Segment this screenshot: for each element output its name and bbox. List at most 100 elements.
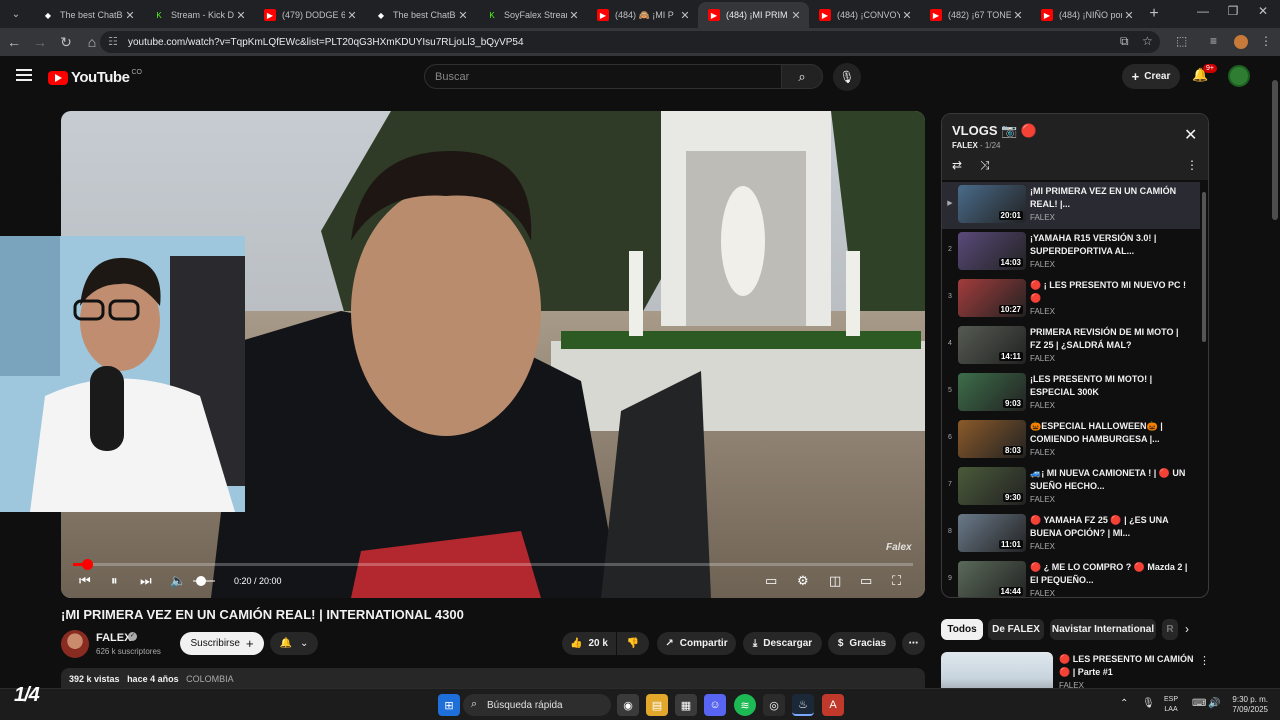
playlist-title[interactable]: VLOGS 📷 🔴 — [952, 123, 1037, 139]
close-tab-icon[interactable]: ✕ — [234, 9, 248, 22]
tray-mic-icon[interactable]: 🎙 — [1142, 698, 1155, 709]
playlist-item[interactable]: 9 14:44 🔴 ¿ ME LO COMPRO ? 🔴 Mazda 2 | El … — [942, 558, 1200, 597]
browser-tab[interactable]: ▶ (482) ¡67 TONELA✕ — [920, 2, 1031, 28]
chrome-icon[interactable]: ◉ — [617, 694, 639, 716]
playlist-item-title[interactable]: 🔴 ¡ LES PRESENTO MI NUEVO PC ! 🔴 — [1030, 279, 1190, 305]
url-field[interactable]: ☷ youtube.com/watch?v=TqpKmLQfEWc&list=P… — [100, 31, 1160, 53]
playlist-item-title[interactable]: 🎃ESPECIAL HALLOWEEN🎃 | COMIENDO HAMBURGE… — [1030, 420, 1190, 446]
spotify-icon[interactable]: ≋ — [734, 694, 756, 716]
browser-tab[interactable]: ▶ (479) DODGE 600✕ — [254, 2, 365, 28]
playlist-item[interactable]: 4 14:11 PRIMERA REVISIÓN DE MI MOTO | FZ 2… — [942, 323, 1200, 370]
obs-icon[interactable]: ◎ — [763, 694, 785, 716]
subtitles-icon[interactable]: ▭ — [765, 573, 777, 589]
playlist-item-thumbnail[interactable]: 9:03 — [958, 373, 1026, 411]
back-icon[interactable]: ← — [2, 30, 26, 54]
progress-bar[interactable] — [73, 559, 913, 570]
thanks-button[interactable]: $ Gracias — [828, 632, 896, 655]
language-indicator[interactable]: ESP LAA — [1164, 695, 1178, 715]
pause-icon[interactable]: ⏸ — [111, 573, 118, 589]
playlist-item-title[interactable]: 🔴 ¿ ME LO COMPRO ? 🔴 Mazda 2 | El PEQUEÑ… — [1030, 561, 1190, 587]
recommended-title[interactable]: 🔴 LES PRESENTO MI CAMIÓN 🔴 | Parte #1 — [1059, 653, 1199, 679]
playlist-scrollbar[interactable] — [1200, 182, 1208, 597]
settings-icon[interactable]: ⚙ — [797, 573, 809, 589]
browser-tab[interactable]: K SoyFalex Stream ✕ — [476, 2, 587, 28]
site-info-icon[interactable]: ☷ — [108, 35, 118, 48]
volume-handle[interactable] — [196, 576, 206, 586]
close-tab-icon[interactable]: ✕ — [345, 9, 359, 22]
extensions-icon[interactable]: ⬚ — [1176, 34, 1187, 48]
steam-icon[interactable]: ♨ — [792, 694, 814, 716]
system-clock[interactable]: 9:30 p. m. 7/09/2025 — [1226, 695, 1268, 715]
close-tab-icon[interactable]: ✕ — [1122, 9, 1136, 22]
speaker-icon[interactable]: 🔊 — [1208, 698, 1220, 709]
fullscreen-icon[interactable]: ⛶ — [892, 573, 901, 589]
playlist-item-title[interactable]: PRIMERA REVISIÓN DE MI MOTO | FZ 25 | ¿S… — [1030, 326, 1190, 352]
voice-search-button[interactable]: 🎙 — [833, 63, 861, 91]
playlist-item-thumbnail[interactable]: 14:03 — [958, 232, 1026, 270]
create-button[interactable]: + Crear — [1122, 64, 1180, 89]
playlist-item-thumbnail[interactable]: 8:03 — [958, 420, 1026, 458]
playlist-item[interactable]: 3 10:27 🔴 ¡ LES PRESENTO MI NUEVO PC ! 🔴 FA… — [942, 276, 1200, 323]
playlist-item-title[interactable]: 🔴 YAMAHA FZ 25 🔴 | ¿ES UNA BUENA OPCIÓN?… — [1030, 514, 1190, 540]
playlist-item-thumbnail[interactable]: 10:27 — [958, 279, 1026, 317]
discord-icon[interactable]: ☺ — [704, 694, 726, 716]
playlist-item-thumbnail[interactable]: 14:44 — [958, 561, 1026, 597]
reload-icon[interactable]: ↻ — [54, 30, 78, 54]
playlist-item[interactable]: 6 8:03 🎃ESPECIAL HALLOWEEN🎃 | COMIENDO HAM… — [942, 417, 1200, 464]
playlist-item[interactable]: 5 9:03 ¡LES PRESENTO MI MOTO! | ESPECIAL 3… — [942, 370, 1200, 417]
close-tab-icon[interactable]: ✕ — [789, 9, 803, 22]
notifications-toggle-button[interactable]: 🔔 ⌄ — [270, 632, 318, 655]
playlist-item[interactable]: 2 14:03 ¡YAMAHA R15 VERSIÓN 3.0! | SUPERDE… — [942, 229, 1200, 276]
close-window-icon[interactable]: ✕ — [1248, 4, 1278, 18]
filter-chip[interactable]: R — [1162, 619, 1178, 640]
browser-tab[interactable]: ▶ (484) 🙈 ¡MI P ✕ — [587, 2, 698, 28]
profile-avatar[interactable] — [1234, 35, 1248, 49]
cast-icon[interactable]: ⧉ — [1120, 34, 1129, 49]
app-icon[interactable]: A — [822, 694, 844, 716]
playlist-item[interactable]: ▶ 20:01 ¡MI PRIMERA VEZ EN UN CAMIÓN REAL!… — [942, 182, 1200, 229]
subscribe-button[interactable]: Suscribirse + — [180, 632, 264, 655]
page-scrollbar[interactable] — [1270, 60, 1280, 700]
menu-icon[interactable] — [16, 69, 32, 81]
playlist-item-thumbnail[interactable]: 14:11 — [958, 326, 1026, 364]
close-tab-icon[interactable]: ✕ — [678, 9, 692, 22]
browser-tab[interactable]: ▶ (484) ¡MI PRIM ✕ — [698, 2, 809, 28]
volume-slider[interactable] — [193, 576, 215, 586]
search-button[interactable]: ⌕ — [781, 64, 823, 89]
close-tab-icon[interactable]: ✕ — [1011, 9, 1025, 22]
account-avatar[interactable] — [1228, 65, 1250, 87]
recommended-more-icon[interactable]: ⋮ — [1199, 654, 1210, 667]
page-scroll-thumb[interactable] — [1272, 80, 1278, 220]
location-tag[interactable]: COLOMBIA — [186, 674, 234, 684]
like-button[interactable]: 👍 20 k — [562, 632, 616, 655]
filter-chip[interactable]: Navistar International — [1050, 619, 1156, 640]
next-icon[interactable]: ⏭ — [140, 573, 152, 589]
forward-icon[interactable]: → — [28, 30, 52, 54]
shuffle-icon[interactable]: ⤨ — [980, 158, 990, 173]
playlist-item-thumbnail[interactable]: 20:01 — [958, 185, 1026, 223]
playlist-item-thumbnail[interactable]: 11:01 — [958, 514, 1026, 552]
channel-avatar[interactable] — [61, 630, 89, 658]
network-icon[interactable]: ⌨ — [1192, 698, 1206, 709]
playlist-item-title[interactable]: 🚙¡ MI NUEVA CAMIONETA ! | 🔴 UN SUEÑO HEC… — [1030, 467, 1190, 493]
dislike-button[interactable]: 👎 — [617, 632, 649, 655]
download-button[interactable]: ⤓ Descargar — [743, 632, 822, 655]
playlist-item[interactable]: 7 9:30 🚙¡ MI NUEVA CAMIONETA ! | 🔴 UN SUEÑ… — [942, 464, 1200, 511]
search-input[interactable]: Buscar — [424, 64, 782, 89]
browser-menu-icon[interactable]: ⋮ — [1260, 34, 1272, 48]
previous-icon[interactable]: ⏮ — [79, 573, 91, 589]
taskbar-search[interactable]: ⌕ Búsqueda rápida — [463, 694, 611, 716]
playlist-item-title[interactable]: ¡YAMAHA R15 VERSIÓN 3.0! | SUPERDEPORTIV… — [1030, 232, 1190, 258]
close-tab-icon[interactable]: ✕ — [567, 9, 581, 22]
close-tab-icon[interactable]: ✕ — [123, 9, 137, 22]
playlist-item[interactable]: 8 11:01 🔴 YAMAHA FZ 25 🔴 | ¿ES UNA BUENA O… — [942, 511, 1200, 558]
store-icon[interactable]: ▦ — [675, 694, 697, 716]
channel-name[interactable]: FALEX — [96, 632, 131, 644]
filter-chip[interactable]: De FALEX — [988, 619, 1044, 640]
loop-icon[interactable]: ⇄ — [952, 158, 962, 172]
tab-search-icon[interactable]: ⌄ — [4, 4, 28, 24]
share-button[interactable]: ↗ Compartir — [657, 632, 736, 655]
close-tab-icon[interactable]: ✕ — [900, 9, 914, 22]
browser-tab[interactable]: ▶ (484) ¡CONVOY D✕ — [809, 2, 920, 28]
theater-mode-icon[interactable]: ▭ — [860, 573, 872, 589]
